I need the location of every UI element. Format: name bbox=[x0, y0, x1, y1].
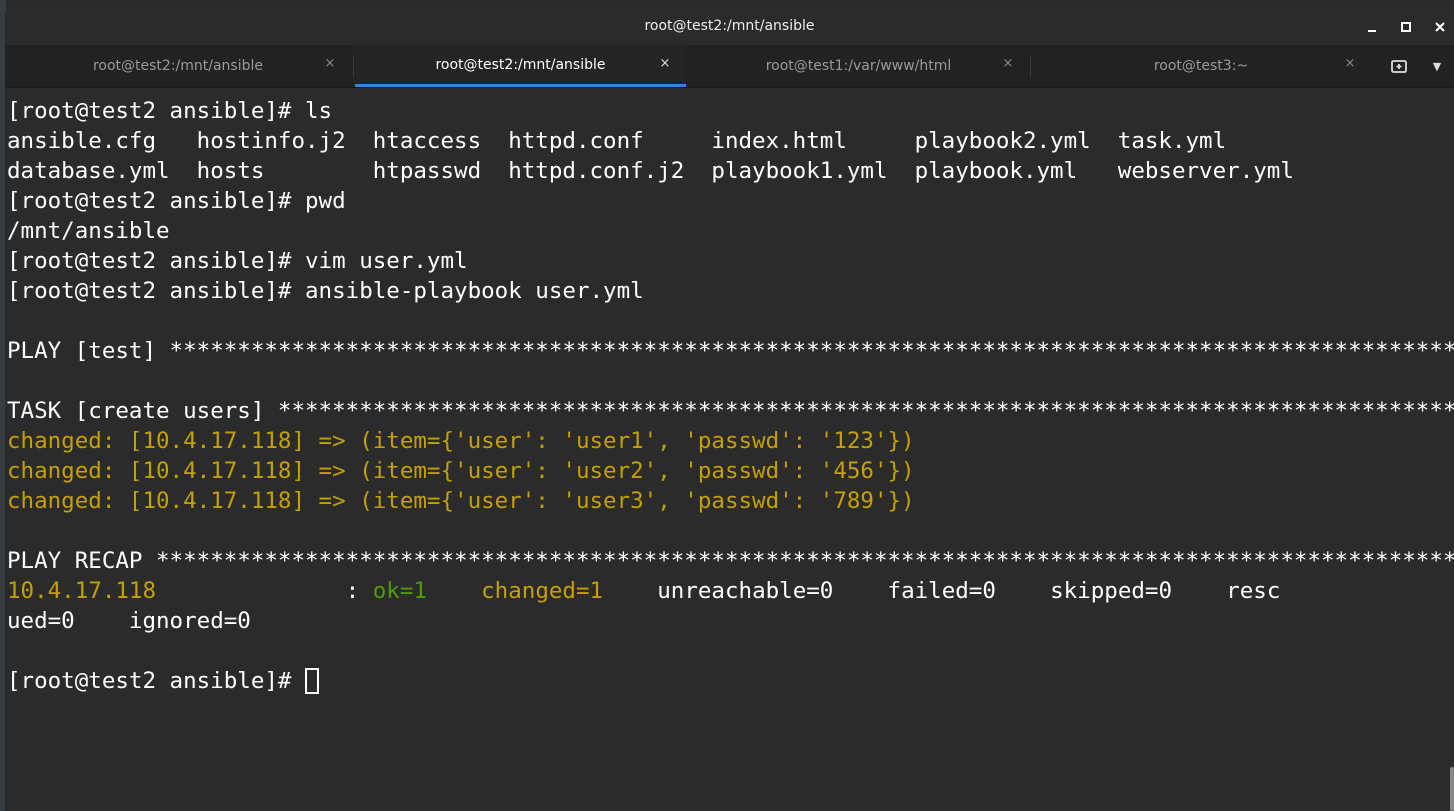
tab-label: root@test3:~ bbox=[1153, 58, 1249, 74]
terminal-line: [root@test2 ansible]# vim user.yml bbox=[7, 246, 468, 276]
prompt: [root@test2 ansible]# bbox=[7, 248, 306, 274]
close-window-button[interactable] bbox=[1429, 16, 1451, 38]
tab-close-icon[interactable]: × bbox=[1001, 57, 1015, 71]
recap-rest: unreachable=0 failed=0 skipped=0 resc bbox=[603, 578, 1281, 604]
tab-close-icon[interactable]: × bbox=[1343, 57, 1357, 71]
tab-menu-button[interactable]: ▼ bbox=[1425, 54, 1449, 78]
tab-test2-mnt-ansible-2[interactable]: root@test2:/mnt/ansible × bbox=[355, 45, 686, 87]
command: ls bbox=[305, 98, 333, 124]
terminal-line: [root@test2 ansible]# bbox=[7, 666, 320, 696]
recap-gap bbox=[427, 578, 481, 604]
terminal-line: /mnt/ansible bbox=[7, 218, 170, 244]
prompt: [root@test2 ansible]# bbox=[7, 188, 306, 214]
terminal-line: ansible.cfg hostinfo.j2 htaccess httpd.c… bbox=[7, 128, 1227, 154]
tab-test1-var-www-html[interactable]: root@test1:/var/www/html × bbox=[688, 45, 1029, 87]
tab-close-icon[interactable]: × bbox=[658, 57, 672, 71]
close-icon bbox=[1435, 22, 1445, 32]
terminal-line: [root@test2 ansible]# pwd bbox=[7, 186, 346, 216]
tab-test2-mnt-ansible-1[interactable]: root@test2:/mnt/ansible × bbox=[5, 45, 351, 87]
recap-header: PLAY RECAP *****************************… bbox=[7, 548, 1454, 574]
play-header: PLAY [test] ****************************… bbox=[7, 338, 1454, 364]
chevron-down-icon: ▼ bbox=[1432, 59, 1442, 73]
tab-bar: root@test2:/mnt/ansible × root@test2:/mn… bbox=[5, 45, 1454, 88]
changed-line: changed: [10.4.17.118] => (item={'user':… bbox=[7, 488, 915, 514]
command: pwd bbox=[305, 188, 346, 214]
changed-line: changed: [10.4.17.118] => (item={'user':… bbox=[7, 458, 915, 484]
terminal-output[interactable]: [root@test2 ansible]# ls ansible.cfg hos… bbox=[5, 88, 1454, 811]
changed-line: changed: [10.4.17.118] => (item={'user':… bbox=[7, 428, 915, 454]
tab-label: root@test2:/mnt/ansible bbox=[435, 56, 606, 73]
prompt: [root@test2 ansible]# bbox=[7, 98, 306, 124]
minimize-icon bbox=[1368, 30, 1376, 32]
maximize-icon bbox=[1401, 22, 1411, 32]
tab-label: root@test1:/var/www/html bbox=[765, 58, 952, 74]
terminal-window: root@test2:/mnt/ansible root@test2:/mnt/… bbox=[5, 8, 1454, 811]
terminal-line: [root@test2 ansible]# ls bbox=[7, 96, 332, 126]
terminal-line: database.yml hosts htpasswd httpd.conf.j… bbox=[7, 158, 1294, 184]
new-tab-icon bbox=[1391, 60, 1407, 73]
tab-label: root@test2:/mnt/ansible bbox=[92, 58, 264, 74]
minimize-button[interactable] bbox=[1361, 16, 1383, 38]
maximize-button[interactable] bbox=[1395, 16, 1417, 38]
new-tab-button[interactable] bbox=[1387, 54, 1411, 78]
title-bar[interactable]: root@test2:/mnt/ansible bbox=[5, 8, 1454, 45]
text-cursor bbox=[305, 668, 320, 694]
command: ansible-playbook user.yml bbox=[305, 278, 644, 304]
recap-host: 10.4.17.118 bbox=[7, 578, 157, 604]
recap-separator: : bbox=[156, 578, 373, 604]
recap-line: 10.4.17.118 : ok=1 changed=1 unreachable… bbox=[7, 576, 1280, 606]
prompt: [root@test2 ansible]# bbox=[7, 278, 306, 304]
command: vim user.yml bbox=[305, 248, 468, 274]
task-header: TASK [create users] ********************… bbox=[7, 398, 1454, 424]
tab-test3-home[interactable]: root@test3:~ × bbox=[1031, 45, 1371, 87]
recap-changed: changed=1 bbox=[481, 578, 604, 604]
recap-wrap-line: ued=0 ignored=0 bbox=[7, 608, 251, 634]
window-title: root@test2:/mnt/ansible bbox=[644, 18, 815, 34]
tab-close-icon[interactable]: × bbox=[323, 57, 337, 71]
terminal-line: [root@test2 ansible]# ansible-playbook u… bbox=[7, 276, 644, 306]
recap-ok: ok=1 bbox=[372, 578, 427, 604]
scrollbar[interactable] bbox=[1450, 767, 1454, 811]
tab-divider bbox=[353, 55, 354, 77]
prompt: [root@test2 ansible]# bbox=[7, 668, 306, 694]
